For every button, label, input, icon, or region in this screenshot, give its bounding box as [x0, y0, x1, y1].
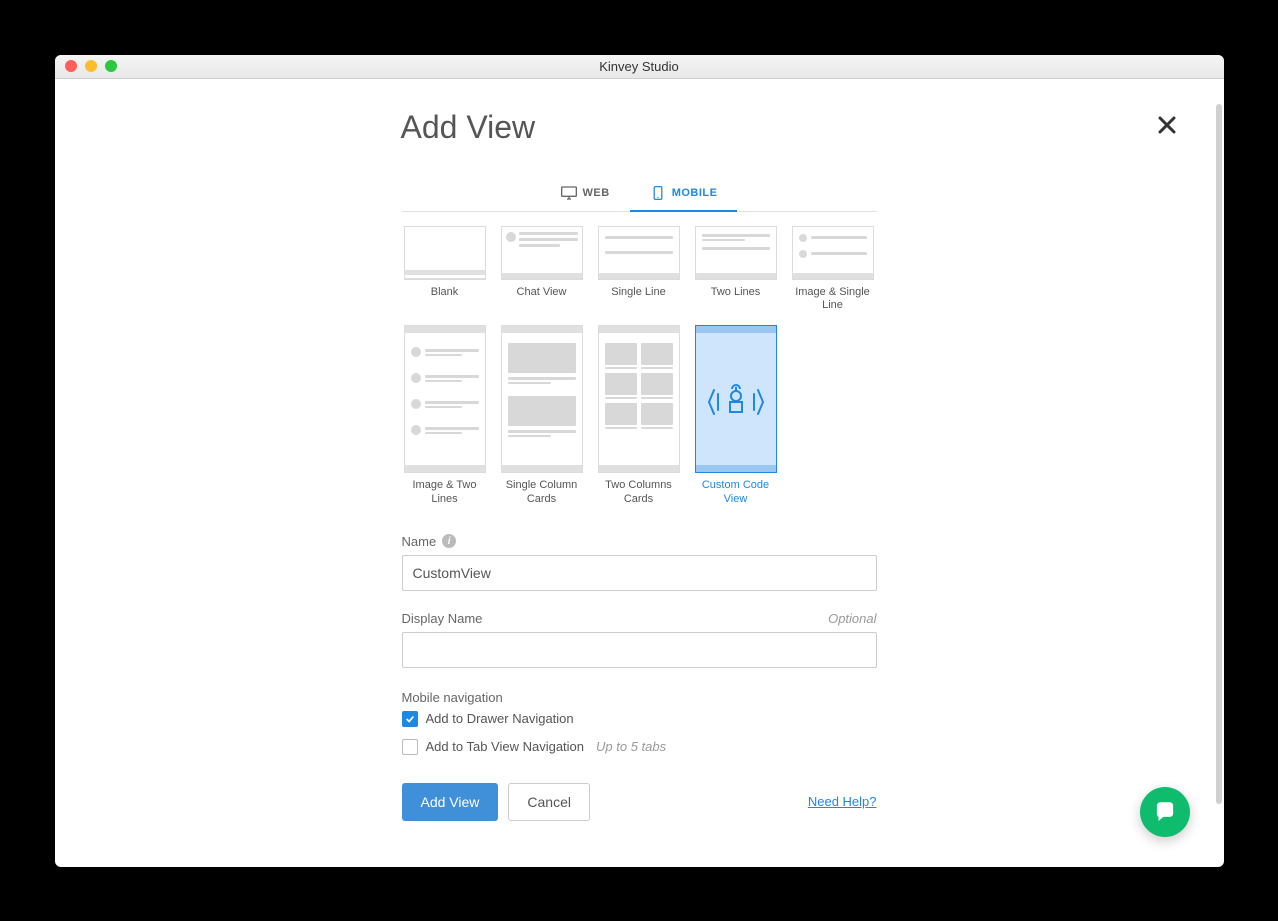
template-blank[interactable]: Blank — [402, 226, 488, 314]
nav-heading: Mobile navigation — [402, 690, 877, 705]
window-close-icon[interactable] — [65, 60, 77, 72]
form-section: Name i Display Name Optional Mobile navi… — [402, 534, 877, 821]
tab-mobile-label: MOBILE — [672, 187, 718, 199]
template-single-line[interactable]: Single Line — [596, 226, 682, 314]
template-label: Two Columns Cards — [596, 479, 682, 507]
template-thumb — [404, 226, 486, 280]
cancel-button[interactable]: Cancel — [508, 783, 590, 821]
content-scrollbar[interactable] — [1216, 104, 1222, 867]
titlebar: Kinvey Studio — [55, 55, 1224, 79]
drawer-nav-row[interactable]: Add to Drawer Navigation — [402, 711, 877, 727]
footer-row: Add View Cancel Need Help? — [402, 783, 877, 821]
template-label: Image & Single Line — [790, 286, 876, 314]
tab-mobile[interactable]: MOBILE — [630, 176, 738, 212]
close-button[interactable] — [1150, 109, 1184, 145]
tab-nav-row[interactable]: Add to Tab View Navigation Up to 5 tabs — [402, 739, 877, 755]
template-image-two-lines[interactable]: Image & Two Lines — [402, 325, 488, 507]
template-thumb — [695, 325, 777, 473]
window-controls — [65, 60, 117, 72]
template-thumb — [501, 226, 583, 280]
tab-checkbox[interactable] — [402, 739, 418, 755]
tab-web[interactable]: WEB — [541, 176, 630, 212]
name-label-row: Name i — [402, 534, 877, 549]
chat-icon — [1152, 799, 1178, 825]
template-label: Chat View — [517, 286, 567, 300]
name-input[interactable] — [402, 555, 877, 591]
template-image-single-line[interactable]: Image & Single Line — [790, 226, 876, 314]
display-name-label: Display Name — [402, 611, 483, 626]
window-maximize-icon[interactable] — [105, 60, 117, 72]
code-icon — [706, 382, 766, 422]
add-view-button[interactable]: Add View — [402, 783, 499, 821]
template-thumb — [501, 325, 583, 473]
content-area: Add View WEB MOBILE — [55, 79, 1224, 867]
tab-hint: Up to 5 tabs — [596, 739, 666, 754]
template-label: Single Line — [611, 286, 665, 300]
platform-tabs: WEB MOBILE — [402, 176, 877, 212]
template-thumb — [792, 226, 874, 280]
tab-web-label: WEB — [583, 187, 610, 199]
template-label: Two Lines — [711, 286, 761, 300]
template-label: Image & Two Lines — [402, 479, 488, 507]
mobile-icon — [650, 186, 666, 200]
display-name-input[interactable] — [402, 632, 877, 668]
template-single-column-cards[interactable]: Single Column Cards — [499, 325, 585, 507]
template-two-lines[interactable]: Two Lines — [693, 226, 779, 314]
template-two-columns-cards[interactable]: Two Columns Cards — [596, 325, 682, 507]
display-name-label-row: Display Name Optional — [402, 611, 877, 626]
template-thumb — [598, 325, 680, 473]
close-icon — [1158, 116, 1176, 134]
window-minimize-icon[interactable] — [85, 60, 97, 72]
app-window: Kinvey Studio Add View WEB MOBILE — [55, 55, 1224, 867]
page-header: Add View — [55, 109, 1224, 146]
check-icon — [405, 714, 415, 724]
template-label: Custom Code View — [693, 479, 779, 507]
chat-fab[interactable] — [1140, 787, 1190, 837]
window-title: Kinvey Studio — [599, 59, 679, 74]
info-icon[interactable]: i — [442, 534, 456, 548]
template-thumb — [695, 226, 777, 280]
template-custom-code-view[interactable]: Custom Code View — [693, 325, 779, 507]
form-column: WEB MOBILE Blank — [402, 176, 877, 821]
drawer-label: Add to Drawer Navigation — [426, 711, 574, 726]
help-link[interactable]: Need Help? — [808, 794, 877, 809]
monitor-icon — [561, 186, 577, 200]
template-label: Single Column Cards — [499, 479, 585, 507]
template-thumb — [598, 226, 680, 280]
drawer-checkbox[interactable] — [402, 711, 418, 727]
page-title: Add View — [401, 109, 536, 146]
template-thumb — [404, 325, 486, 473]
tab-label: Add to Tab View Navigation — [426, 739, 585, 754]
optional-hint: Optional — [828, 611, 876, 626]
template-chat-view[interactable]: Chat View — [499, 226, 585, 314]
template-label: Blank — [431, 286, 459, 300]
name-label: Name — [402, 534, 437, 549]
template-gallery: Blank — [402, 212, 877, 512]
